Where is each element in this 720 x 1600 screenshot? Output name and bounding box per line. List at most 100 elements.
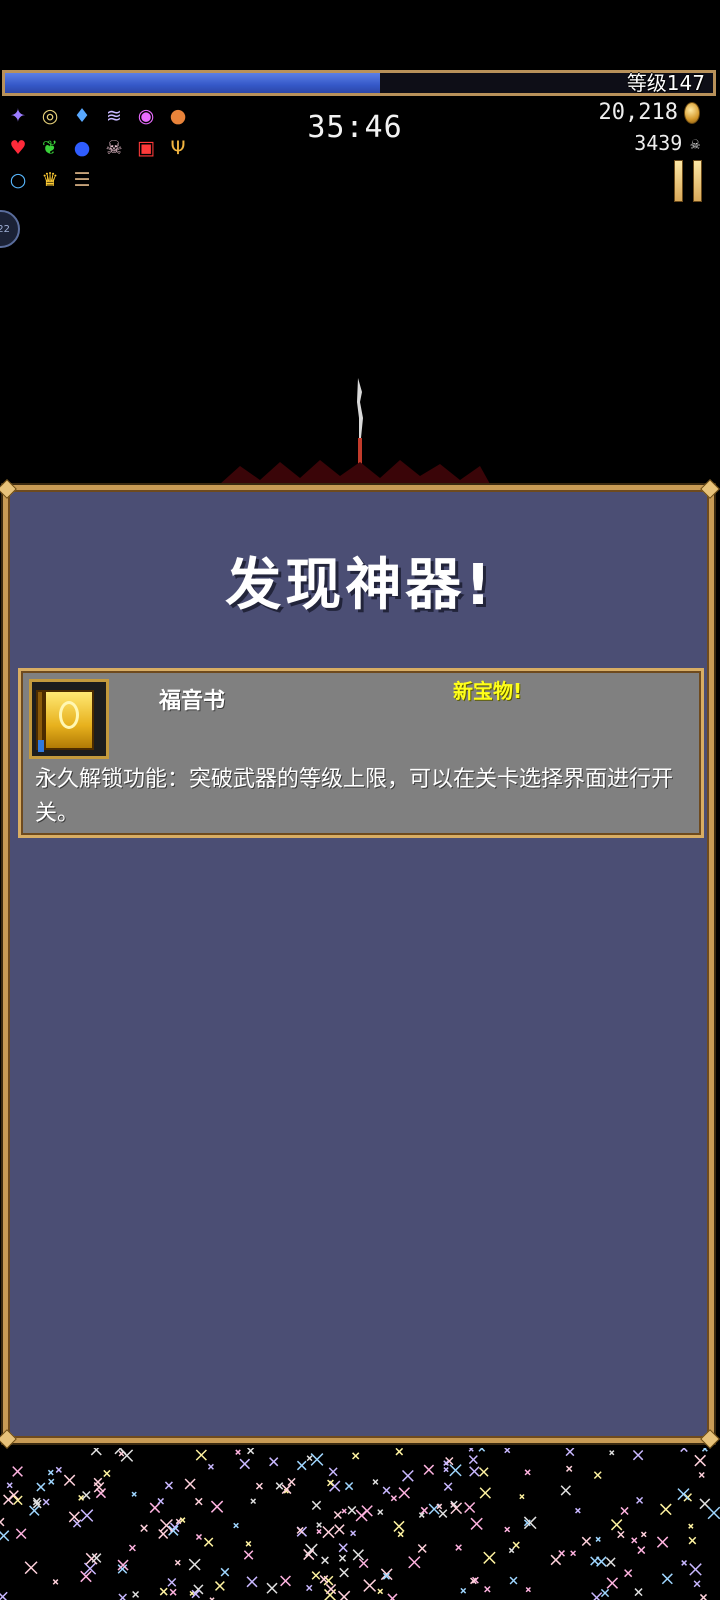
sparkle [387,1593,398,1600]
sparkle [593,1471,602,1480]
sparkle [167,1577,177,1587]
sparkle [443,1467,449,1473]
sparkle [699,1593,708,1600]
sparkle [159,1587,168,1596]
sparkle [352,1452,360,1460]
sparkle [620,1506,629,1516]
sparkle [246,1576,258,1588]
sparkle [701,1448,708,1452]
sparkle [634,1588,643,1597]
sparkle [698,1471,705,1479]
book-ribbon [38,740,44,752]
sparkle [303,1548,315,1561]
sparkle [681,1560,688,1566]
sparkle [606,1577,619,1589]
sparkle [321,1556,329,1565]
sparkle [677,1488,690,1501]
sparkle [470,1517,483,1530]
sparkle [184,1478,196,1490]
sparkle [195,1533,203,1541]
sparkle [504,1526,511,1533]
sparkle [693,1580,701,1588]
sparkle [361,1505,373,1517]
pause-button[interactable] [674,160,702,202]
sparkle [455,1544,462,1551]
sparkle [632,1449,644,1461]
fireball-icon: ● [169,105,187,127]
sparkle [233,1522,239,1529]
sparkle [90,1448,102,1456]
sparkle [12,1495,23,1506]
sparkle [508,1547,515,1554]
sparkle [207,1463,214,1470]
skull-icon: ☠ [105,137,123,159]
sparkle [287,1477,296,1487]
sparkle [617,1530,625,1539]
sparkle [280,1575,291,1587]
sparkle [707,1506,720,1520]
sparkle [596,1556,607,1567]
sparkle [188,1558,201,1571]
sparkle [306,1455,313,1462]
artifact-description: 永久解锁功能：突破武器的等级上限，可以在关卡选择界面进行开关。 [35,767,674,826]
side-badge[interactable]: 22 [0,210,20,248]
sparkle [311,1571,321,1580]
sparkle [372,1479,379,1485]
sparkle [581,1536,592,1547]
sparkle [275,1482,284,1490]
sparkle [235,1449,241,1455]
sparkle [524,1469,531,1476]
sparkle [595,1536,601,1542]
sparkle [168,1525,179,1536]
sparkle [245,1540,252,1547]
sparkle [296,1460,307,1471]
sparkle [12,1466,23,1477]
sparkle [350,1530,357,1537]
sparkle [243,1550,254,1560]
sparkle [443,1482,453,1491]
side-badge-label: 22 [0,223,10,235]
sparkle [363,1579,377,1592]
kill-count: 3439 [634,131,683,155]
sparkle [464,1501,476,1514]
sparkle [3,1494,14,1506]
gold-counter: 20,218 [599,100,700,125]
artifact-name: 福音书 [159,689,226,714]
sparkle [519,1493,525,1500]
sparkle [63,1474,76,1486]
sparkle [91,1553,102,1563]
sparkle [36,1482,46,1492]
sparkle [311,1500,322,1511]
sparkle [566,1465,573,1472]
leaf-icon: ❦ [42,137,58,159]
sparkle [460,1587,467,1594]
sparkle [194,1497,203,1506]
ring-icon: ○ [9,169,27,191]
dialog-title: 发现神器! [225,553,495,618]
corner-ornament [0,479,17,499]
sparkle [377,1588,384,1595]
experience-fill [5,73,381,93]
sparkle [42,1498,50,1506]
artifact-card[interactable]: 福音书 新宝物! 永久解锁功能：突破武器的等级上限，可以在关卡选择界面进行开关。 [18,668,704,838]
experience-bar: 等级147 [2,70,716,96]
corner-ornament [700,479,720,499]
artifact-dialog [0,479,720,1449]
pause-icon [674,160,683,202]
sparkle [609,1450,615,1456]
sparkle [316,1522,322,1528]
sparkle [24,1561,38,1575]
sparkle [338,1554,347,1562]
sparkle [610,1519,623,1531]
pause-icon-bar [693,160,702,202]
sparkle [220,1567,230,1577]
treasure-sparkles [0,1448,720,1600]
sparkle [344,1481,354,1491]
survival-timer: 35:46 [307,110,403,145]
sparkle [174,1559,181,1566]
sparkle [661,1573,673,1585]
inventory-panel: ✦ ◎ ♦ ≋ ◉ ● ♥ ❦ ● ☠ ▣ Ψ ○ ♛ ☰ [4,102,200,198]
holy-water-icon: ♦ [73,105,91,127]
tome-icon: ▣ [137,137,155,159]
sparkle [423,1464,435,1476]
